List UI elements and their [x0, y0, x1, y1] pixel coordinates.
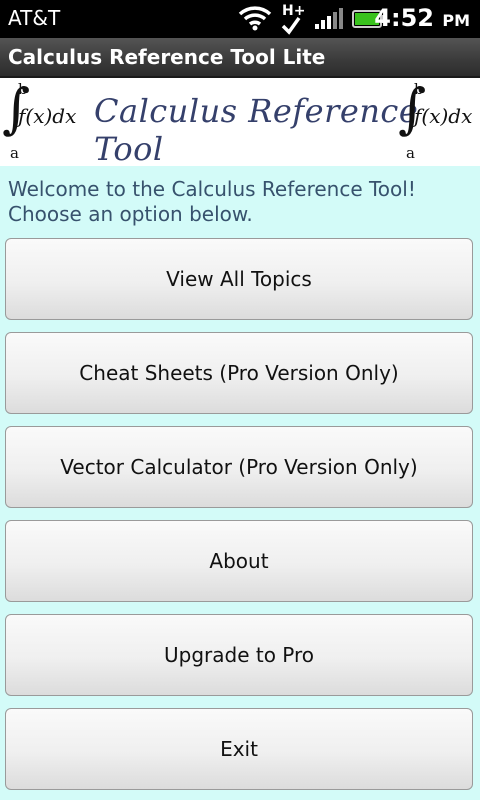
app-title-bar: Calculus Reference Tool Lite: [0, 38, 480, 78]
integral-expression: f(x)dx: [414, 104, 473, 128]
vector-calculator-button[interactable]: Vector Calculator (Pro Version Only): [5, 426, 473, 508]
integral-lower-bound: a: [406, 144, 415, 162]
wifi-icon: [238, 4, 272, 36]
app-title: Calculus Reference Tool Lite: [8, 45, 326, 69]
upgrade-to-pro-button[interactable]: Upgrade to Pro: [5, 614, 473, 696]
clock-ampm: PM: [442, 11, 470, 30]
app-banner: ∫ b f(x)dx a Calculus Reference Tool ∫ b…: [0, 78, 480, 168]
status-clock: 4:52 PM: [374, 4, 470, 32]
hplus-data-icon: H+: [280, 2, 310, 40]
integral-upper-bound: b: [414, 80, 424, 98]
integral-expression: f(x)dx: [18, 104, 77, 128]
welcome-text: Welcome to the Calculus Reference Tool! …: [8, 177, 416, 226]
signal-icon: [314, 8, 344, 34]
view-all-topics-button[interactable]: View All Topics: [5, 238, 473, 320]
cheat-sheets-button[interactable]: Cheat Sheets (Pro Version Only): [5, 332, 473, 414]
about-button[interactable]: About: [5, 520, 473, 602]
exit-button[interactable]: Exit: [5, 708, 473, 790]
status-bar: AT&T H+ 4:52 PM: [0, 0, 480, 38]
integral-lower-bound: a: [10, 144, 19, 162]
network-type-label: H+: [282, 3, 305, 19]
integral-upper-bound: b: [18, 80, 28, 98]
carrier-label: AT&T: [8, 6, 61, 30]
clock-time: 4:52: [374, 4, 434, 32]
